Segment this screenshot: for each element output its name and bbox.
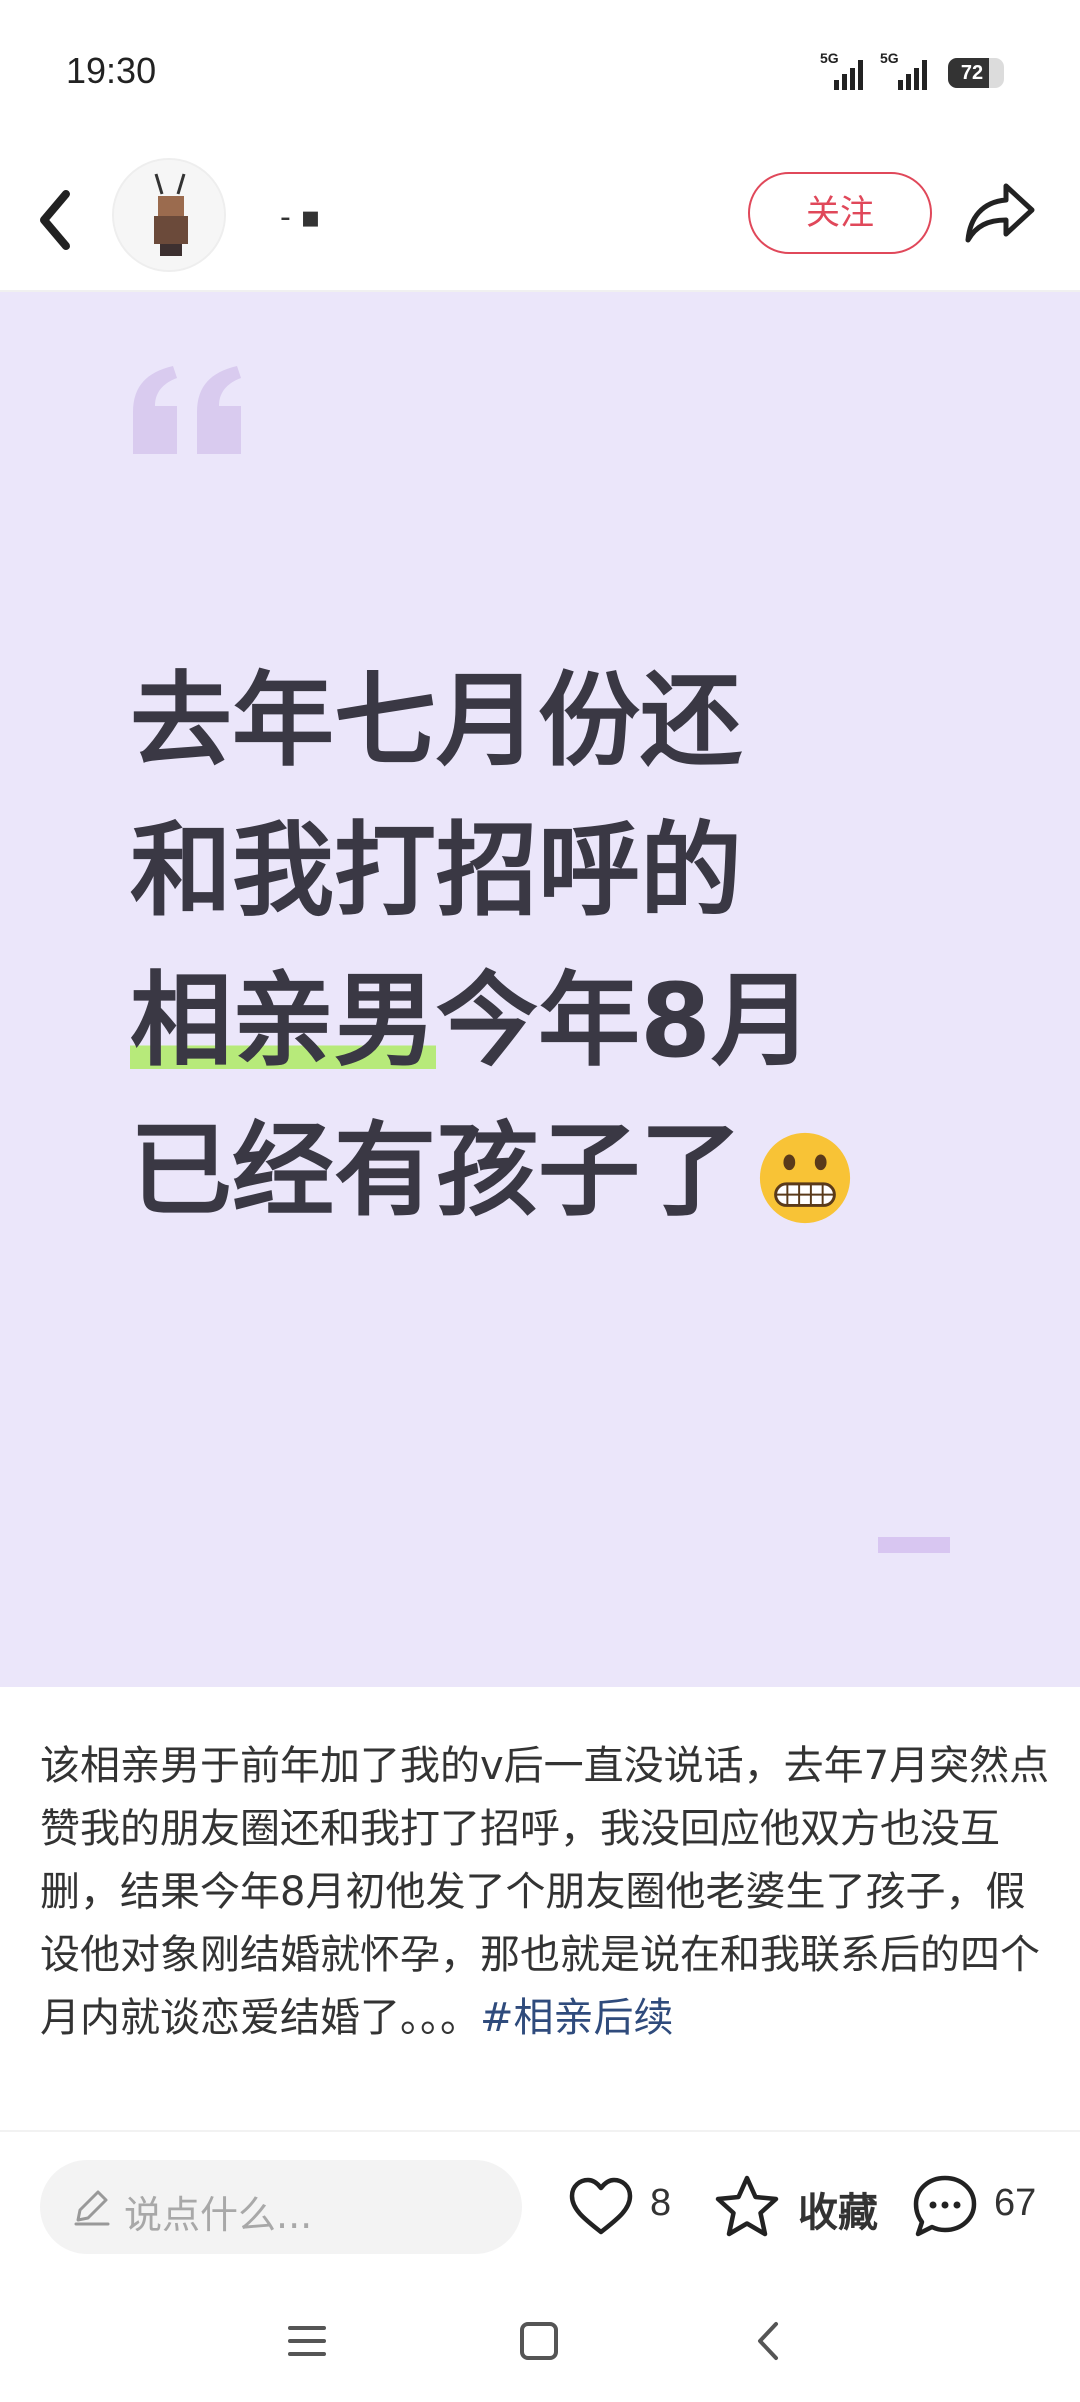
comment-input[interactable]: 说点什么... <box>40 2160 522 2254</box>
headline-line-4: 已经有孩子了 <box>130 1097 990 1247</box>
headline-line-3: 相亲男今年8月 <box>130 947 990 1097</box>
quote-icon <box>133 366 241 454</box>
pencil-icon <box>74 2190 110 2226</box>
signal-icon-1: 5G <box>820 50 872 90</box>
back-button[interactable] <box>30 180 90 260</box>
comment-button[interactable]: 67 <box>910 2172 1050 2242</box>
post-body: 该相亲男于前年加了我的v后一直没说话，去年7月突然点赞我的朋友圈还和我打了招呼，… <box>40 1735 1050 2050</box>
menu-icon[interactable] <box>282 2316 332 2366</box>
battery-level: 72 <box>960 62 984 84</box>
like-button[interactable]: 8 <box>566 2172 676 2242</box>
share-icon <box>965 183 1035 243</box>
star-icon <box>715 2175 779 2237</box>
status-bar: 19:30 5G 5G 72 <box>0 0 1080 150</box>
status-time: 19:30 <box>66 50 157 91</box>
collect-button[interactable]: 收藏 <box>712 2172 892 2242</box>
heart-icon <box>569 2177 633 2235</box>
author-name[interactable]: - ▪ <box>280 200 321 235</box>
like-count: 8 <box>650 2182 672 2224</box>
nav-back-icon[interactable] <box>744 2316 794 2366</box>
hashtag-link[interactable]: #相亲后续 <box>480 1995 674 2041</box>
share-button[interactable] <box>962 178 1038 248</box>
comment-placeholder: 说点什么... <box>124 2193 313 2237</box>
decorative-dash <box>878 1537 950 1553</box>
headline-line-1: 去年七月份还 <box>130 662 742 781</box>
collect-label: 收藏 <box>798 2190 878 2236</box>
home-icon[interactable] <box>514 2316 564 2366</box>
grimacing-emoji-icon <box>759 1133 851 1224</box>
comment-icon <box>913 2175 977 2237</box>
post-image[interactable]: 去年七月份还 和我打招呼的 相亲男今年8月 已经有孩子了 <box>0 292 1080 1687</box>
post-headline: 去年七月份还 和我打招呼的 相亲男今年8月 已经有孩子了 <box>130 647 990 1247</box>
battery-icon: 72 <box>948 58 1004 88</box>
back-icon <box>40 190 70 250</box>
headline-highlight: 相亲男 <box>130 962 436 1081</box>
system-nav-bar <box>0 2280 1080 2402</box>
author-avatar[interactable] <box>112 158 226 272</box>
headline-line-3-rest: 今年8月 <box>436 962 813 1081</box>
follow-button[interactable]: 关注 <box>748 172 932 254</box>
post-header: - ▪ 关注 <box>0 150 1080 290</box>
comment-count: 67 <box>994 2182 1037 2224</box>
action-bar: 说点什么... 8 收藏 67 <box>0 2130 1080 2282</box>
signal-icon-2: 5G <box>880 50 936 90</box>
avatar-image <box>114 160 224 270</box>
headline-line-2: 和我打招呼的 <box>130 812 742 931</box>
